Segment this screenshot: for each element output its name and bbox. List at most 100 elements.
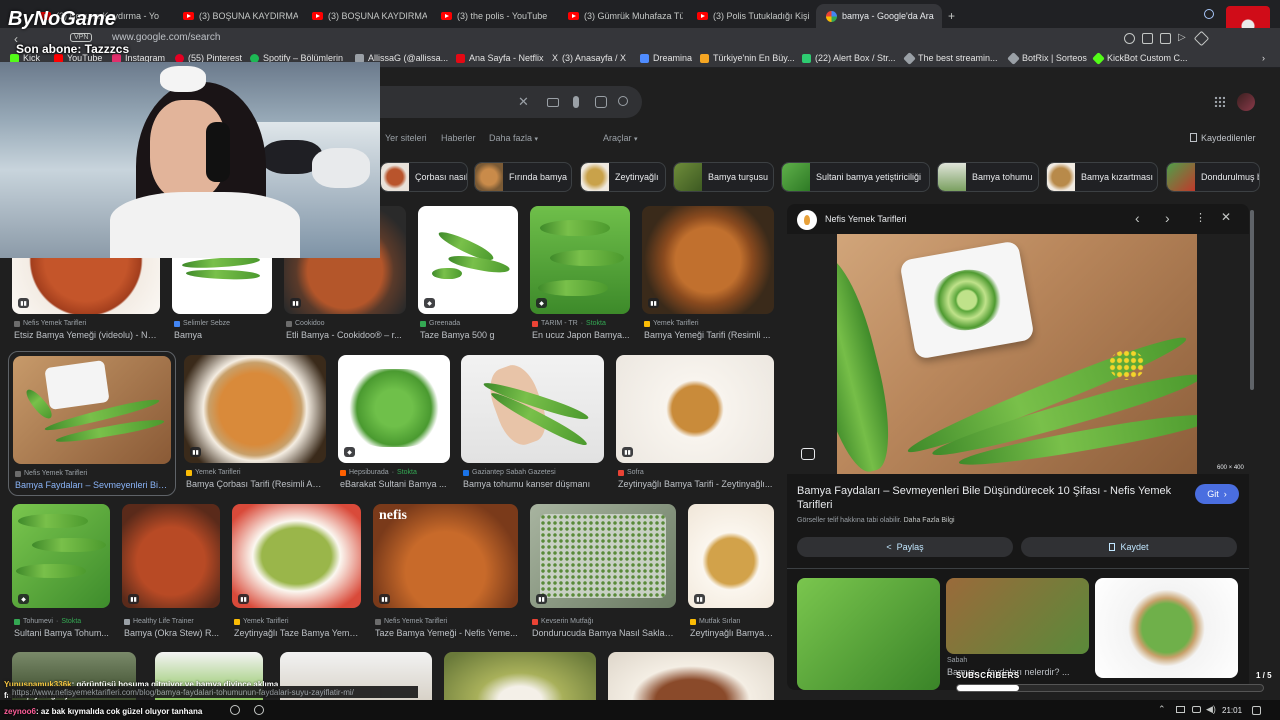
- image-result[interactable]: ▮▮ Yemek Tarifleri Bamya Çorbası Tarifi …: [184, 355, 326, 495]
- result-title[interactable]: Etsiz Bamya Yemeği (videolu) - Ne...: [14, 330, 160, 340]
- saved-link[interactable]: Kaydedilenler: [1190, 133, 1256, 143]
- image-result[interactable]: ▮▮ Healthy Life Trainer Bamya (Okra Stew…: [122, 504, 220, 644]
- prev-icon[interactable]: ‹: [1135, 210, 1140, 226]
- image-result[interactable]: ▮▮ Yemek Tarifleri Bamya Yemeği Tarifi (…: [642, 206, 774, 346]
- bookmark-turkiye[interactable]: Türkiye'nin En Büy...: [700, 53, 795, 63]
- image-result[interactable]: ▮▮ Kevserin Mutfağı Dondurucuda Bamya Na…: [530, 504, 676, 644]
- result-title[interactable]: Bamya Yemeği Tarifi (Resimli ...: [644, 330, 774, 340]
- extension-icon[interactable]: [1142, 33, 1153, 44]
- zoom-icon[interactable]: [1124, 33, 1135, 44]
- microphone-icon[interactable]: [573, 96, 579, 108]
- image-result[interactable]: ◆ Tohumevi · Stokta Sultani Bamya Tohum.…: [12, 504, 110, 644]
- result-title[interactable]: eBarakat Sultani Bamya ...: [340, 479, 450, 489]
- lens-search-icon[interactable]: [801, 448, 815, 460]
- keyboard-icon[interactable]: [547, 98, 559, 107]
- image-result[interactable]: ▮▮ Yemek Tarifleri Zeytinyağlı Taze Bamy…: [232, 504, 361, 644]
- avatar[interactable]: [1237, 93, 1255, 111]
- notifications-icon[interactable]: [1252, 706, 1261, 715]
- tray-chevron-icon[interactable]: ⌃: [1158, 704, 1166, 715]
- result-title[interactable]: Etli Bamya - Cookidoo® – r...: [286, 330, 406, 340]
- send-icon[interactable]: [1193, 30, 1210, 47]
- result-title[interactable]: Zeytinyağlı Bamya Tarifi - Zeytinyağlı..…: [618, 479, 774, 489]
- apps-grid-icon[interactable]: [1214, 96, 1225, 107]
- related-thumbnail[interactable]: [797, 578, 940, 690]
- bookmark-alertbox[interactable]: (22) Alert Box / Str...: [802, 53, 896, 63]
- save-button[interactable]: Kaydet: [1021, 537, 1237, 557]
- image-result[interactable]: ◆ Greenada Taze Bamya 500 g: [418, 206, 518, 346]
- network-icon[interactable]: [1176, 706, 1185, 713]
- tab-item[interactable]: (3) Polis Tutukladığı Kişin: [697, 6, 809, 26]
- image-result-selected[interactable]: Nefis Yemek Tarifleri Bamya Faydaları – …: [8, 351, 176, 496]
- tab-item[interactable]: (3) BOŞUNA KAYDIRMA: [312, 6, 427, 26]
- result-thumbnail[interactable]: [444, 652, 596, 700]
- search-icon[interactable]: [618, 96, 628, 106]
- tab-item[interactable]: (3) Gümrük Muhafaza Tür: [568, 6, 683, 26]
- result-title[interactable]: Dondurucuda Bamya Nasıl Saklan...: [532, 628, 676, 638]
- chip-yetistiriciligi[interactable]: Sultani bamya yetiştiriciliği: [781, 162, 930, 192]
- tab-item[interactable]: (3) the polis - YouTube: [441, 6, 556, 26]
- chip-tursusu[interactable]: Bamya turşusu: [673, 162, 774, 192]
- nav-link-araclar[interactable]: Araçlar ▾: [603, 133, 638, 143]
- panel-scrollbar[interactable]: [1250, 210, 1254, 390]
- result-title[interactable]: Taze Bamya 500 g: [420, 330, 518, 340]
- lens-icon[interactable]: [595, 96, 607, 108]
- app-icon[interactable]: [254, 705, 264, 715]
- clear-icon[interactable]: ✕: [518, 94, 529, 110]
- nav-link-daha-fazla[interactable]: Daha fazla ▾: [489, 133, 538, 143]
- battery-icon[interactable]: [1192, 706, 1201, 713]
- result-title[interactable]: Zeytinyağlı Bamya ...: [690, 628, 774, 638]
- bookmark-x[interactable]: X (3) Anasayfa / X: [552, 53, 626, 63]
- chip-kizartmasi[interactable]: Bamya kızartması: [1046, 162, 1158, 192]
- volume-icon[interactable]: ◀): [1206, 704, 1216, 715]
- image-result[interactable]: nefis ▮▮ Nefis Yemek Tarifleri Taze Bamy…: [373, 504, 518, 644]
- related-thumbnail[interactable]: [946, 578, 1089, 654]
- result-title[interactable]: Taze Bamya Yemeği - Nefis Yeme...: [375, 628, 518, 638]
- result-title[interactable]: Bamya: [174, 330, 272, 340]
- result-title[interactable]: Bamya Faydaları – Sevmeyenleri Bile...: [15, 480, 169, 490]
- visit-button[interactable]: Git ›: [1195, 484, 1239, 504]
- search-input[interactable]: ✕: [380, 86, 642, 118]
- preview-image[interactable]: [837, 234, 1197, 474]
- tab-active[interactable]: bamya - Google'da Ara: [816, 4, 942, 28]
- image-result[interactable]: ▮▮ Mutfak Sırları Zeytinyağlı Bamya ...: [688, 504, 774, 644]
- result-thumbnail[interactable]: [608, 652, 774, 700]
- chip-tohumu[interactable]: Bamya tohumu: [937, 162, 1039, 192]
- panel-title[interactable]: Bamya Faydaları – Sevmeyenleri Bile Düşü…: [797, 484, 1177, 512]
- screenshot-icon[interactable]: [1160, 33, 1171, 44]
- chip-firinda[interactable]: Fırında bamya: [474, 162, 572, 192]
- play-icon[interactable]: ▷: [1178, 32, 1186, 43]
- panel-source[interactable]: Nefis Yemek Tarifleri: [825, 214, 906, 224]
- result-title[interactable]: Sultani Bamya Tohum...: [14, 628, 110, 638]
- image-result[interactable]: ◆ Hepsiburada · Stokta eBarakat Sultani …: [338, 355, 450, 495]
- more-options-icon[interactable]: ⋮: [1195, 211, 1206, 224]
- search-tabs-icon[interactable]: [1204, 9, 1214, 19]
- bookmark-kickbot[interactable]: KickBot Custom C...: [1092, 51, 1188, 65]
- result-title[interactable]: Bamya (Okra Stew) R...: [124, 628, 220, 638]
- bookmark-botrix[interactable]: BotRix | Sorteos: [1007, 51, 1087, 65]
- bookmark-streaming[interactable]: The best streamin...: [903, 51, 998, 65]
- result-title[interactable]: Bamya Çorbası Tarifi (Resimli Anl...: [186, 479, 326, 489]
- result-title[interactable]: Bamya tohumu kanser düşmanı: [463, 479, 604, 489]
- nav-link-haberler[interactable]: Haberler: [441, 133, 476, 143]
- chip-corbasi[interactable]: Çorbası nasıl: [380, 162, 468, 192]
- related-thumbnail[interactable]: [1095, 578, 1238, 678]
- more-info-link[interactable]: Daha Fazla Bilgi: [904, 517, 955, 524]
- app-icon[interactable]: [230, 705, 240, 715]
- image-result[interactable]: Gaziantep Sabah Gazetesi Bamya tohumu ka…: [461, 355, 604, 495]
- bookmarks-more-icon[interactable]: ›: [1262, 53, 1265, 63]
- image-result[interactable]: ▮▮ Sofra Zeytinyağlı Bamya Tarifi - Zeyt…: [616, 355, 774, 495]
- result-title[interactable]: Zeytinyağlı Taze Bamya Yeme...: [234, 628, 361, 638]
- nav-link-yer-siteleri[interactable]: Yer siteleri: [385, 133, 427, 143]
- vpn-badge[interactable]: VPN: [70, 33, 93, 42]
- image-result[interactable]: ◆ TARIM - TR · Stokta En ucuz Japon Bamy…: [530, 206, 630, 346]
- share-button[interactable]: < Paylaş: [797, 537, 1013, 557]
- close-icon[interactable]: ✕: [1221, 210, 1231, 224]
- result-title[interactable]: En ucuz Japon Bamya...: [532, 330, 630, 340]
- next-icon[interactable]: ›: [1165, 210, 1170, 226]
- chip-zeytinyagli[interactable]: Zeytinyağlı: [580, 162, 666, 192]
- tab-item[interactable]: (3) BOŞUNA KAYDIRMA: [183, 6, 298, 26]
- bookmark-dreamina[interactable]: Dreamina: [640, 53, 692, 63]
- new-tab-button[interactable]: +: [948, 9, 955, 23]
- bookmark-netflix[interactable]: Ana Sayfa - Netflix: [456, 53, 544, 63]
- chip-dondurulmus[interactable]: Dondurulmuş b: [1166, 162, 1260, 192]
